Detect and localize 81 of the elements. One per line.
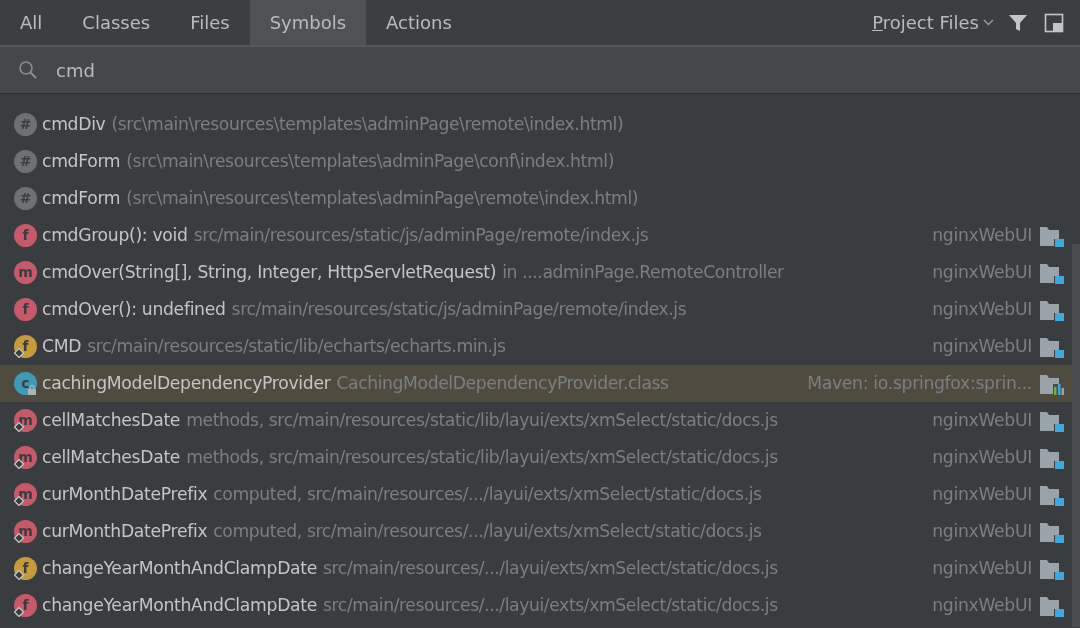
symbol-icon: m <box>14 409 37 432</box>
symbol-name: cmdForm <box>42 186 121 210</box>
symbol-icon: # <box>14 187 37 210</box>
symbol-icon: f <box>14 224 37 247</box>
symbol-path: computed, src/main/resources/.../layui/exts/xmSelect/static/docs.js <box>213 520 762 541</box>
symbol-path: src/main/resources/.../layui/exts/xmSelect/static/docs.js <box>323 557 778 578</box>
symbol-icon: m <box>14 520 37 543</box>
symbol-name: cachingModelDependencyProvider <box>42 371 331 395</box>
filter-icon <box>1008 12 1028 33</box>
tab[interactable]: Files <box>170 0 250 45</box>
diamond-icon <box>14 607 24 617</box>
module-name: nginxWebUI <box>932 519 1032 543</box>
symbol-icon: f <box>14 298 37 321</box>
symbol-path: CachingModelDependencyProvider.class <box>336 372 669 393</box>
result-row[interactable]: m cellMatchesDate methods, src/main/resources/static/lib/layui/exts/xmSelect/static/docs.js nginxWebUI <box>0 439 1072 476</box>
symbol-icon: f <box>14 594 37 617</box>
diamond-icon <box>14 570 24 580</box>
symbol-icon: c <box>14 372 37 395</box>
symbol-path: src/main/resources/static/lib/echarts/echarts.min.js <box>87 335 506 356</box>
result-row[interactable]: # cmdForm (src\main\resources\templates\adminPage\conf\index.html) <box>0 143 1072 180</box>
symbol-path: computed, src/main/resources/.../layui/exts/xmSelect/static/docs.js <box>213 483 762 504</box>
result-row[interactable]: m curMonthDatePrefix computed, src/main/resources/.../layui/exts/xmSelect/static/docs.js nginxWebUI <box>0 513 1072 550</box>
result-row[interactable]: f changeYearMonthAndClampDate src/main/resources/.../layui/exts/xmSelect/static/docs.js nginxWebUI <box>0 587 1072 624</box>
symbol-path: methods, src/main/resources/static/lib/layui/exts/xmSelect/static/docs.js <box>186 409 778 430</box>
module-name: nginxWebUI <box>932 593 1032 617</box>
symbol-name: changeYearMonthAndClampDate <box>42 556 317 580</box>
symbol-path: methods, src/main/resources/static/lib/layui/exts/xmSelect/static/docs.js <box>186 446 778 467</box>
symbol-icon: m <box>14 483 37 506</box>
module-name: nginxWebUI <box>932 482 1032 506</box>
module-name: nginxWebUI <box>932 408 1032 432</box>
tab[interactable]: Actions <box>366 0 472 45</box>
symbol-name: cmdGroup(): void <box>42 223 188 247</box>
module-name: Maven: io.springfox:sprin... <box>807 371 1032 395</box>
scope-dropdown[interactable]: Project Files <box>866 9 1000 36</box>
symbol-name: changeYearMonthAndClampDate <box>42 593 317 617</box>
symbol-name: cellMatchesDate <box>42 445 181 469</box>
result-row[interactable]: m cmdOver(String[], String, Integer, HttpServletRequest) in ....adminPage.RemoteController nginxWebUI <box>0 254 1072 291</box>
result-row[interactable]: f changeYearMonthAndClampDate src/main/resources/.../layui/exts/xmSelect/static/docs.js nginxWebUI <box>0 550 1072 587</box>
module-name: nginxWebUI <box>932 556 1032 580</box>
chevron-down-icon <box>983 19 994 26</box>
symbol-name: curMonthDatePrefix <box>42 482 208 506</box>
window-icon <box>1044 12 1064 33</box>
module-name: nginxWebUI <box>932 445 1032 469</box>
result-row[interactable]: c cachingModelDependencyProvider CachingModelDependencyProvider.class Maven: io.springfox:sprin... <box>0 365 1072 402</box>
module-name: nginxWebUI <box>932 297 1032 321</box>
module-name: nginxWebUI <box>932 260 1032 284</box>
symbol-name: cellMatchesDate <box>42 408 181 432</box>
result-row[interactable]: # cmdForm (src\main\resources\templates\adminPage\remote\index.html) <box>0 180 1072 217</box>
symbol-icon: # <box>14 113 37 136</box>
module-name: nginxWebUI <box>932 223 1032 247</box>
tab[interactable]: Classes <box>62 0 171 45</box>
symbol-path: src/main/resources/.../layui/exts/xmSelect/static/docs.js <box>323 594 778 615</box>
symbol-name: cmdForm <box>42 149 121 173</box>
result-row[interactable]: f cmdGroup(): void src/main/resources/static/js/adminPage/remote/index.js nginxWebUI <box>0 217 1072 254</box>
lock-icon <box>27 385 37 395</box>
search-icon <box>18 60 38 80</box>
symbol-path: in ....adminPage.RemoteController <box>502 261 784 282</box>
symbol-name: cmdOver(): undefined <box>42 297 226 321</box>
result-row[interactable]: f cmdOver(): undefined src/main/resources/static/js/adminPage/remote/index.js nginxWebUI <box>0 291 1072 328</box>
symbol-icon: m <box>14 446 37 469</box>
symbol-path: (src\main\resources\templates\adminPage\remote\index.html) <box>126 187 639 208</box>
result-row[interactable]: m cellMatchesDate methods, src/main/resources/static/lib/layui/exts/xmSelect/static/docs.js nginxWebUI <box>0 402 1072 439</box>
result-row[interactable]: m curMonthDatePrefix computed, src/main/resources/.../layui/exts/xmSelect/static/docs.js nginxWebUI <box>0 476 1072 513</box>
module-name: nginxWebUI <box>932 334 1032 358</box>
diamond-icon <box>14 348 24 358</box>
symbol-name: cmdDiv <box>42 112 106 136</box>
symbol-path: (src\main\resources\templates\adminPage\remote\index.html) <box>111 113 624 134</box>
symbol-icon: # <box>14 150 37 173</box>
symbol-path: src/main/resources/static/js/adminPage/remote/index.js <box>231 298 687 319</box>
symbol-icon: f <box>14 335 37 358</box>
symbol-name: cmdOver(String[], String, Integer, HttpServletRequest) <box>42 260 497 284</box>
symbol-path: (src\main\resources\templates\adminPage\conf\index.html) <box>126 150 614 171</box>
symbol-icon: m <box>14 261 37 284</box>
symbol-path: src/main/resources/static/js/adminPage/remote/index.js <box>193 224 649 245</box>
result-row[interactable]: f CMD src/main/resources/static/lib/echarts/echarts.min.js nginxWebUI <box>0 328 1072 365</box>
symbol-name: curMonthDatePrefix <box>42 519 208 543</box>
symbol-name: CMD <box>42 334 82 358</box>
symbol-icon: f <box>14 557 37 580</box>
tab[interactable]: All <box>0 0 63 45</box>
result-row[interactable]: # cmdDiv (src\main\resources\templates\adminPage\remote\index.html) <box>0 106 1072 143</box>
tab[interactable]: Symbols <box>249 0 367 45</box>
